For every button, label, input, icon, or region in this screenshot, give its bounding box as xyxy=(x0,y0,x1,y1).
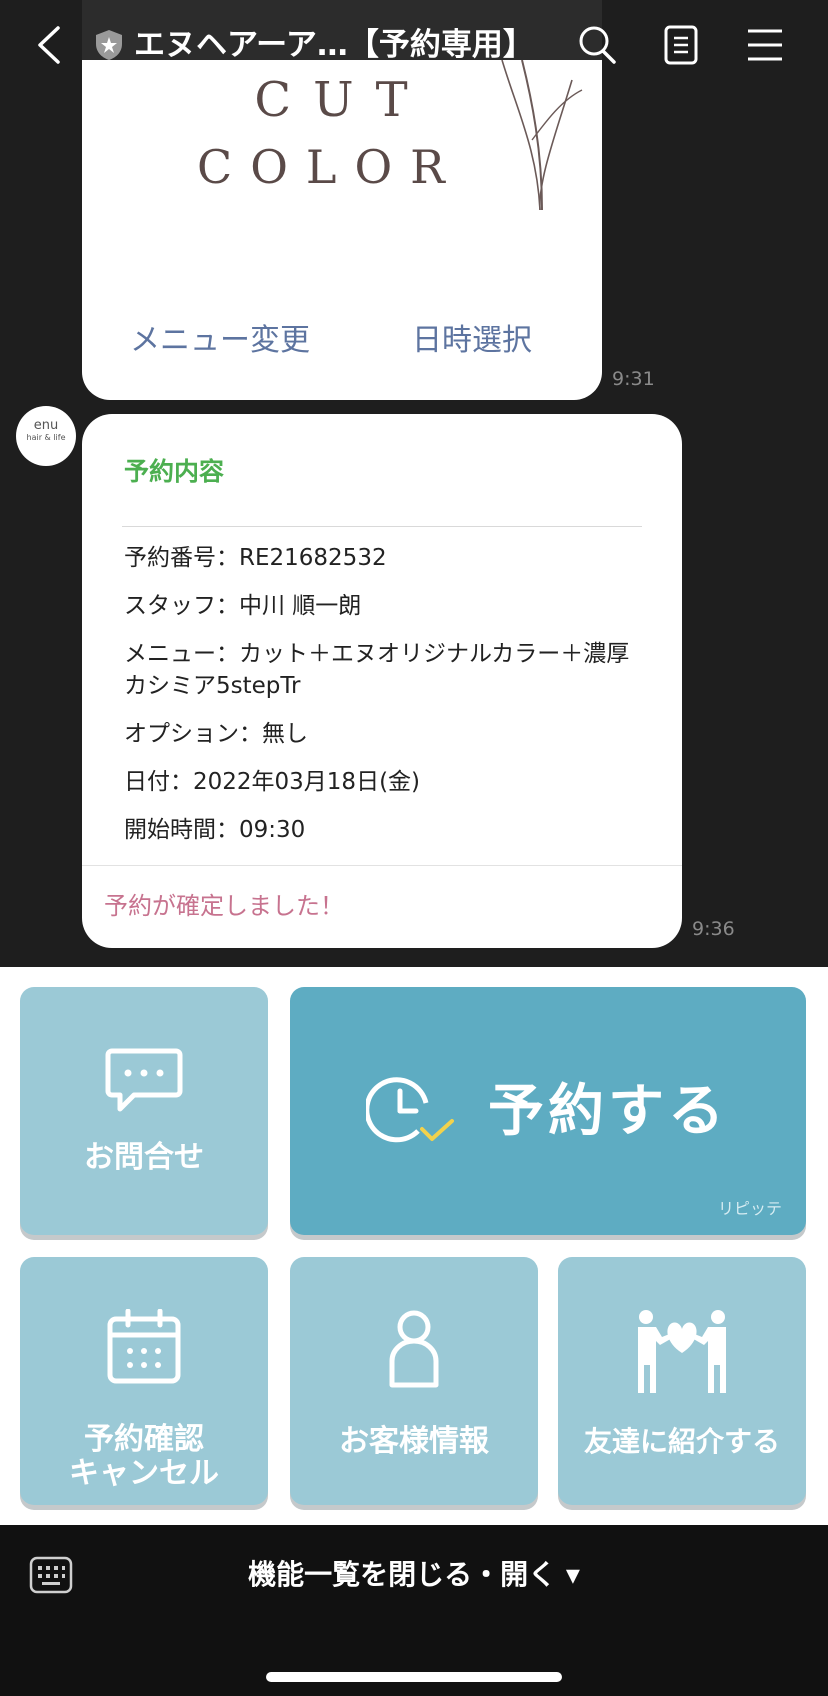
bottom-bar: 機能一覧を閉じる・開く ▾ xyxy=(0,1525,828,1696)
branch-illustration xyxy=(462,60,602,240)
avatar-logo-line2: hair & life xyxy=(26,433,66,442)
home-indicator xyxy=(266,1672,562,1682)
refer-friend-button[interactable]: 友達に紹介する xyxy=(558,1257,806,1505)
calendar-icon xyxy=(106,1308,182,1389)
verified-shield-icon xyxy=(94,29,124,61)
divider xyxy=(82,865,682,866)
toggle-menu-button[interactable]: 機能一覧を閉じる・開く ▾ xyxy=(0,1555,828,1595)
message-timestamp: 9:31 xyxy=(612,368,655,390)
date-select-button[interactable]: 日時選択 xyxy=(412,315,532,359)
reservation-status: 予約が確定しました！ xyxy=(104,892,344,920)
reservation-number: 予約番号：RE21682532 xyxy=(124,545,387,571)
reservation-staff: スタッフ：中川 順一朗 xyxy=(124,593,362,619)
rich-menu: お問合せ 予約する リピッテ 予約確認 キャンセル お客様情報 友達に紹介する xyxy=(0,967,828,1525)
message-timestamp: 9:36 xyxy=(692,918,735,940)
menu-change-button[interactable]: メニュー変更 xyxy=(130,315,310,359)
confirm-label: 予約確認 xyxy=(84,1422,204,1457)
notes-icon[interactable] xyxy=(658,22,704,68)
cancel-label: キャンセル xyxy=(69,1456,219,1491)
reserve-label: 予約する xyxy=(488,1079,728,1144)
avatar-logo-text: enu hair & life xyxy=(16,418,76,444)
reservation-option: オプション：無し xyxy=(124,721,308,747)
reservation-menu: メニュー：カット＋エヌオリジナルカラー＋濃厚カシミア5stepTr xyxy=(124,641,630,699)
avatar-logo-line1: enu xyxy=(33,418,59,433)
hamburger-menu-icon[interactable] xyxy=(742,22,788,68)
reservation-title: 予約内容 xyxy=(124,457,225,486)
contact-label: お問合せ xyxy=(84,1140,204,1175)
back-icon[interactable] xyxy=(28,22,74,68)
shop-avatar[interactable]: enu hair & life xyxy=(16,406,76,466)
chat-bubble-icon xyxy=(104,1047,184,1121)
reservation-details-message: 予約内容 予約番号：RE21682532 スタッフ：中川 順一朗 メニュー：カッ… xyxy=(82,414,682,948)
menu-card-message: CUT COLOR メニュー変更 日時選択 xyxy=(82,60,602,400)
divider xyxy=(122,526,642,527)
reserve-provider-label: リピッテ xyxy=(717,1199,782,1218)
reservation-start-time: 開始時間：09:30 xyxy=(124,817,306,843)
customer-info-label: お客様情報 xyxy=(339,1424,489,1459)
confirm-cancel-button[interactable]: 予約確認 キャンセル xyxy=(20,1257,268,1505)
customer-info-button[interactable]: お客様情報 xyxy=(290,1257,538,1505)
people-heart-icon xyxy=(632,1307,732,1401)
refer-friend-label: 友達に紹介する xyxy=(583,1425,780,1458)
reserve-button[interactable]: 予約する リピッテ xyxy=(290,987,806,1235)
contact-button[interactable]: お問合せ xyxy=(20,987,268,1235)
clock-check-icon xyxy=(364,1073,456,1153)
reservation-date: 日付：2022年03月18日(金) xyxy=(124,769,421,795)
person-icon xyxy=(386,1309,442,1393)
